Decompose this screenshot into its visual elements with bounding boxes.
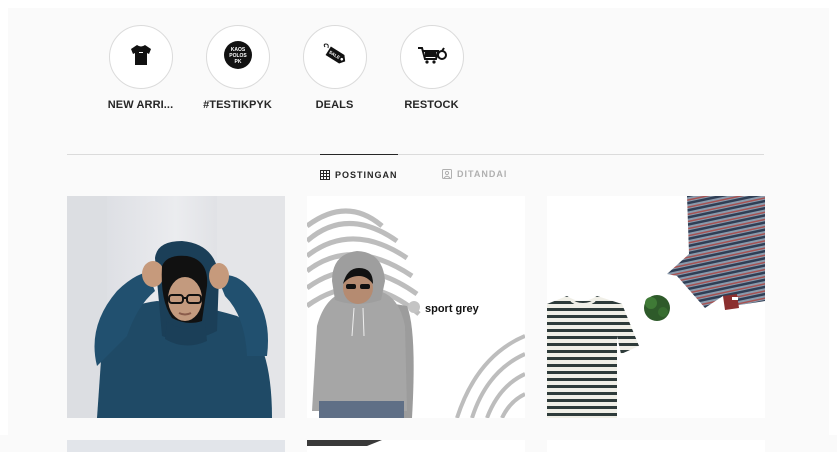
tshirt-icon: [129, 44, 153, 71]
cart-icon: [417, 45, 447, 70]
tab-posts-label: POSTINGAN: [335, 169, 398, 180]
sale-tag-icon: SALE: [321, 42, 349, 72]
grid-icon: [320, 169, 330, 180]
post-thumbnail[interactable]: [307, 440, 525, 452]
tagged-icon: [442, 169, 452, 179]
post-thumbnail[interactable]: [67, 196, 285, 418]
highlight-restock[interactable]: RESTOCK: [383, 25, 480, 111]
highlight-label: NEW ARRI...: [107, 99, 174, 111]
highlight-ring: KAOS POLOS PK: [205, 25, 270, 89]
profile-page: NEW ARRI... KAOS POLOS PK #TESTIKPYK SAL…: [0, 0, 837, 452]
post-thumbnail[interactable]: sport grey: [307, 196, 525, 418]
highlight-label: #TESTIKPYK: [203, 99, 272, 111]
kaos-polos-logo-icon: KAOS POLOS PK: [223, 40, 253, 75]
post-caption: sport grey: [425, 303, 480, 315]
post-thumbnail[interactable]: [547, 196, 765, 418]
photo-striped-tshirts: [547, 196, 765, 418]
tabs-divider: [67, 154, 764, 155]
highlight-label: RESTOCK: [404, 99, 459, 111]
highlight-deals[interactable]: SALE DEALS: [286, 25, 383, 111]
post-grid: sport grey: [67, 196, 765, 452]
tab-tagged[interactable]: DITANDAI: [442, 154, 507, 194]
highlight-testikpyk[interactable]: KAOS POLOS PK #TESTIKPYK: [189, 25, 286, 111]
story-highlights: NEW ARRI... KAOS POLOS PK #TESTIKPYK SAL…: [92, 25, 480, 111]
highlight-ring: SALE: [302, 25, 367, 89]
post-thumbnail[interactable]: [547, 440, 765, 452]
highlight-new-arrival[interactable]: NEW ARRI...: [92, 25, 189, 111]
highlight-ring: [399, 25, 464, 89]
photo-grey-hoodie: sport grey: [307, 196, 525, 418]
highlight-ring: [108, 25, 173, 89]
highlight-label: DEALS: [315, 99, 354, 111]
logo-line-3: PK: [234, 59, 241, 65]
tab-posts[interactable]: POSTINGAN: [320, 154, 398, 194]
tab-tagged-label: DITANDAI: [457, 169, 508, 179]
post-thumbnail[interactable]: [67, 440, 285, 452]
color-swatch: [408, 301, 420, 313]
photo-woman-navy-hoodie: [67, 196, 285, 418]
